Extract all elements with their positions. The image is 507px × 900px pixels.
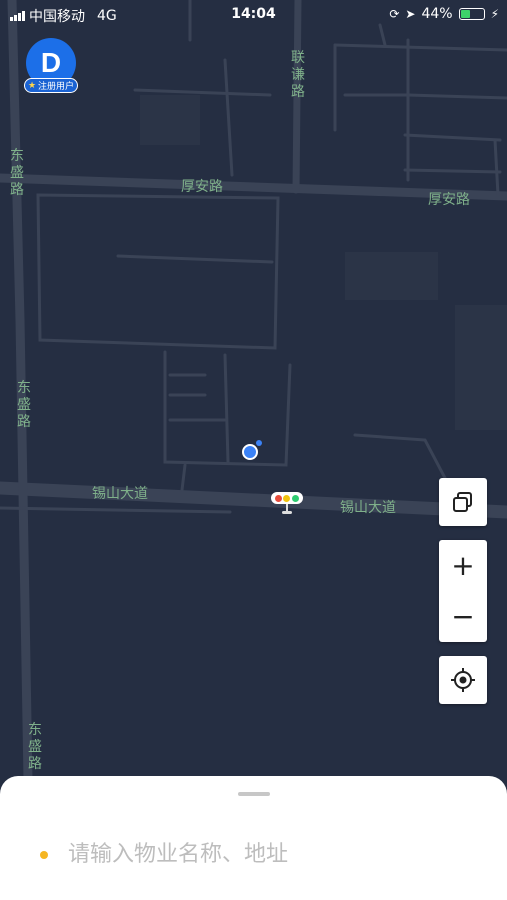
road-label-houan-1: 厚安路 bbox=[181, 179, 223, 195]
battery-percent: 44% bbox=[421, 6, 453, 22]
charging-icon: ⚡ bbox=[490, 7, 499, 21]
layers-icon bbox=[453, 492, 472, 512]
road-label-dongsheng-3: 东盛路 bbox=[28, 722, 42, 772]
road-label-xishan-2: 锡山大道 bbox=[340, 500, 396, 516]
rotation-lock-icon: ⟳ bbox=[389, 7, 400, 21]
current-location-marker bbox=[242, 444, 258, 460]
locate-icon bbox=[451, 668, 475, 692]
road-label-lianqian: 联谦路 bbox=[291, 50, 305, 100]
battery-icon bbox=[458, 8, 485, 20]
status-right: ⟳ ➤ 44% ⚡ bbox=[389, 6, 499, 22]
search-dot-icon bbox=[40, 851, 48, 859]
road-label-dongsheng-1: 东盛路 bbox=[10, 148, 24, 198]
search-input[interactable] bbox=[68, 837, 468, 871]
zoom-in-button[interactable]: + bbox=[439, 540, 487, 591]
bottom-sheet bbox=[0, 776, 507, 900]
zoom-control: + − bbox=[439, 540, 487, 642]
sheet-drag-handle[interactable] bbox=[238, 792, 270, 796]
heading-indicator-icon bbox=[256, 440, 262, 446]
star-icon: ★ bbox=[27, 80, 37, 91]
traffic-light-icon[interactable] bbox=[271, 492, 303, 516]
status-bar: 中国移动 4G 14:04 ⟳ ➤ 44% ⚡ bbox=[0, 0, 507, 30]
locate-button[interactable] bbox=[439, 656, 487, 704]
user-badge: ★ 注册用户 bbox=[24, 78, 78, 93]
road-label-houan-2: 厚安路 bbox=[428, 192, 470, 208]
road-label-dongsheng-2: 东盛路 bbox=[17, 380, 31, 430]
zoom-out-button[interactable]: − bbox=[439, 591, 487, 642]
user-avatar[interactable]: D ★ 注册用户 bbox=[24, 38, 78, 94]
user-badge-label: 注册用户 bbox=[38, 82, 75, 92]
location-services-icon: ➤ bbox=[405, 7, 416, 21]
layers-button[interactable] bbox=[439, 478, 487, 526]
battery-fill bbox=[460, 10, 470, 18]
road-label-xishan-1: 锡山大道 bbox=[92, 486, 148, 502]
